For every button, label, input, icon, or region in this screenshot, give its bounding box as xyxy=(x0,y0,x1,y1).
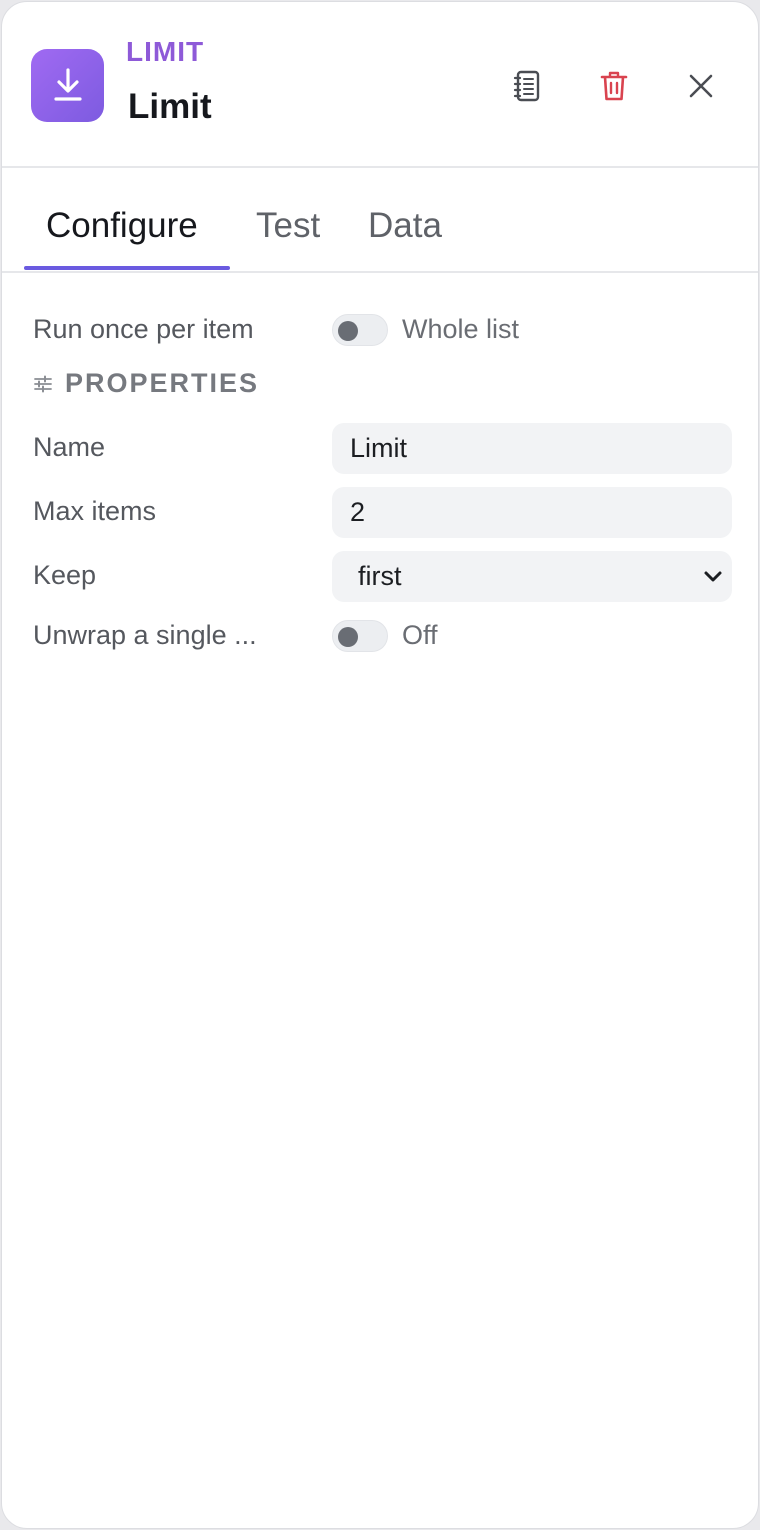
tab-bar: Configure Test Data xyxy=(2,170,758,273)
name-label: Name xyxy=(33,432,106,462)
name-input[interactable]: Limit xyxy=(332,423,732,474)
tab-data[interactable]: Data xyxy=(368,206,442,246)
node-type-label: LIMIT xyxy=(126,36,205,67)
section-title: PROPERTIES xyxy=(65,368,260,398)
tab-test[interactable]: Test xyxy=(256,206,320,246)
unwrap-toggle-text: Off xyxy=(402,620,438,650)
active-tab-indicator xyxy=(24,266,230,270)
max-items-input[interactable]: 2 xyxy=(332,487,732,538)
unwrap-label: Unwrap a single ... xyxy=(33,620,257,650)
unwrap-toggle[interactable] xyxy=(332,620,388,652)
node-title: Limit xyxy=(128,87,212,126)
keep-label: Keep xyxy=(33,560,97,590)
sliders-icon xyxy=(34,375,52,392)
node-config-panel: LIMIT Limit Configure Test Data Run once… xyxy=(1,1,759,1529)
keep-select[interactable]: first xyxy=(332,551,732,602)
close-button[interactable] xyxy=(679,64,723,108)
toggle-knob xyxy=(338,627,358,647)
max-items-label: Max items xyxy=(33,496,157,526)
properties-section-header: PROPERTIES xyxy=(33,368,259,399)
panel-header: LIMIT Limit xyxy=(2,2,758,168)
mode-toggle-text: Whole list xyxy=(402,314,520,344)
toggle-knob xyxy=(338,321,358,341)
notes-icon xyxy=(513,70,540,102)
mode-toggle[interactable] xyxy=(332,314,388,346)
keep-select-value: first xyxy=(358,561,402,591)
trash-icon xyxy=(600,71,628,101)
notes-button[interactable] xyxy=(505,64,549,108)
download-icon xyxy=(31,49,104,122)
close-icon xyxy=(689,74,713,98)
mode-label: Run once per item xyxy=(33,314,254,344)
chevron-down-icon xyxy=(704,571,722,582)
delete-button[interactable] xyxy=(592,64,636,108)
tab-configure[interactable]: Configure xyxy=(46,206,198,246)
